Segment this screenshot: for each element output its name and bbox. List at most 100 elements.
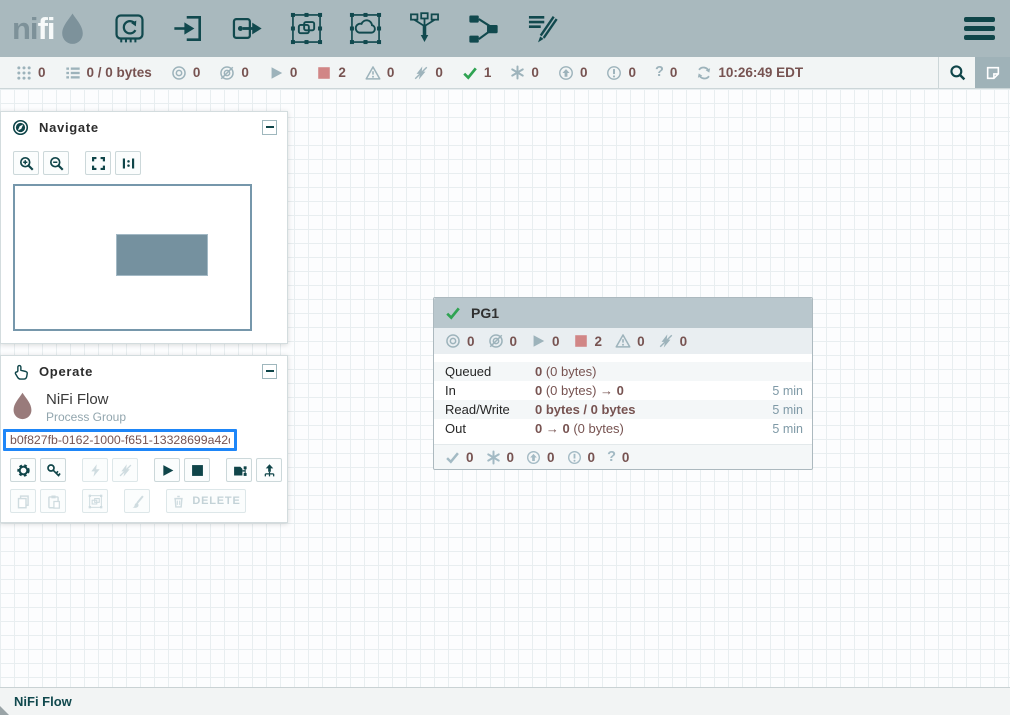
global-menu-button[interactable] bbox=[964, 17, 995, 40]
refresh-icon[interactable] bbox=[696, 65, 712, 81]
transmitting-icon bbox=[445, 333, 461, 349]
running-count: 0 bbox=[290, 65, 298, 80]
stat-not-transmitting: 0 bbox=[219, 65, 249, 81]
change-color-button[interactable] bbox=[124, 489, 150, 513]
stat-stopped: 2 bbox=[316, 65, 346, 81]
group-button[interactable] bbox=[82, 489, 108, 513]
locally-modified-icon bbox=[510, 65, 525, 80]
stop-button[interactable] bbox=[184, 458, 210, 482]
pg-transmitting-count: 0 bbox=[467, 334, 475, 349]
group-icon bbox=[88, 494, 103, 509]
delete-button[interactable]: DELETE bbox=[166, 489, 246, 513]
pg-row-read-write: Read/Write 0 bytes / 0 bytes 5 min bbox=[434, 400, 812, 419]
up-to-date-icon bbox=[445, 450, 460, 465]
navigate-collapse-button[interactable] bbox=[262, 120, 277, 135]
stop-icon bbox=[190, 463, 205, 478]
pg-metrics: Queued 0 (0 bytes) In 0 (0 bytes) → 0 5 … bbox=[434, 362, 812, 438]
bulletin-board-button[interactable] bbox=[975, 57, 1010, 88]
gear-icon bbox=[16, 463, 31, 478]
stale-icon bbox=[526, 450, 541, 465]
birdseye-component-rect[interactable] bbox=[116, 234, 208, 276]
pg-row-in: In 0 (0 bytes) → 0 5 min bbox=[434, 381, 812, 400]
birdseye-minimap[interactable] bbox=[13, 184, 252, 331]
locally-modified-and-stale-icon bbox=[606, 65, 622, 81]
locally-modified-and-stale-icon bbox=[567, 450, 582, 465]
disabled-icon bbox=[413, 65, 429, 81]
breadcrumb-root[interactable]: NiFi Flow bbox=[14, 694, 72, 709]
resize-grip[interactable] bbox=[0, 706, 9, 715]
disabled-icon bbox=[658, 333, 674, 349]
pg-name: PG1 bbox=[471, 305, 499, 321]
operate-buttons-row1 bbox=[10, 458, 287, 482]
output-port-icon[interactable] bbox=[231, 12, 264, 45]
pg-disabled-count: 0 bbox=[680, 334, 688, 349]
transmitting-count: 0 bbox=[193, 65, 201, 80]
lightning-slash-icon bbox=[118, 463, 133, 478]
operate-buttons-row2: DELETE bbox=[10, 489, 287, 513]
input-port-icon[interactable] bbox=[172, 12, 205, 45]
funnel-icon[interactable] bbox=[408, 12, 441, 45]
stopped-icon bbox=[316, 65, 332, 81]
pg-stat-running: 0 bbox=[530, 333, 560, 349]
pg-stats-row: 0 0 0 2 0 bbox=[434, 328, 812, 354]
operate-panel-header: Operate bbox=[1, 356, 287, 386]
zoom-actual-size-button[interactable] bbox=[115, 151, 141, 175]
lightning-icon bbox=[88, 463, 103, 478]
stat-running: 0 bbox=[268, 65, 298, 81]
operate-collapse-button[interactable] bbox=[262, 364, 277, 379]
hand-pointer-icon bbox=[12, 363, 29, 380]
access-policies-button[interactable] bbox=[40, 458, 66, 482]
configuration-button[interactable] bbox=[10, 458, 36, 482]
not-transmitting-icon bbox=[219, 65, 235, 81]
fit-icon bbox=[91, 156, 106, 171]
save-template-icon bbox=[232, 463, 247, 478]
compass-icon bbox=[12, 119, 29, 136]
template-icon[interactable] bbox=[467, 12, 500, 45]
upload-template-button[interactable] bbox=[256, 458, 282, 482]
locally-modified-count: 0 bbox=[531, 65, 539, 80]
pg-vc-count: 0 bbox=[466, 450, 474, 465]
statusbar-right-controls bbox=[938, 57, 1010, 88]
up-to-date-icon bbox=[462, 65, 478, 81]
pg-row-label: Read/Write bbox=[445, 402, 535, 417]
pg-vc-count: 0 bbox=[588, 450, 596, 465]
stat-queued: 0 / 0 bytes bbox=[65, 65, 152, 81]
pg-running-count: 0 bbox=[552, 334, 560, 349]
pg-invalid-count: 0 bbox=[637, 334, 645, 349]
save-template-button[interactable] bbox=[226, 458, 252, 482]
trash-icon bbox=[171, 494, 186, 509]
disable-button[interactable] bbox=[112, 458, 138, 482]
process-group-icon[interactable] bbox=[290, 12, 323, 45]
status-bar: 0 0 / 0 bytes 0 0 0 2 0 0 bbox=[0, 57, 1010, 89]
zoom-fit-button[interactable] bbox=[85, 151, 111, 175]
sync-failure-icon: ? bbox=[655, 65, 664, 80]
active-threads-count: 0 bbox=[38, 65, 46, 80]
process-group-pg1[interactable]: PG1 0 0 0 2 bbox=[433, 297, 813, 470]
note-icon bbox=[985, 65, 1001, 81]
enable-button[interactable] bbox=[82, 458, 108, 482]
start-button[interactable] bbox=[154, 458, 180, 482]
queued-icon bbox=[65, 65, 81, 81]
stopped-icon bbox=[573, 333, 589, 349]
zoom-in-button[interactable] bbox=[13, 151, 39, 175]
nifi-app: nifi 0 0 / 0 bytes 0 bbox=[0, 0, 1010, 715]
sync-failure-count: 0 bbox=[670, 65, 678, 80]
search-button[interactable] bbox=[938, 57, 975, 88]
transmitting-icon bbox=[171, 65, 187, 81]
processor-icon[interactable] bbox=[113, 12, 146, 45]
running-icon bbox=[268, 65, 284, 81]
paste-button[interactable] bbox=[40, 489, 66, 513]
selected-component-id-field[interactable] bbox=[3, 429, 237, 451]
zoom-in-icon bbox=[19, 156, 34, 171]
flow-canvas[interactable]: Navigate Operate NiF bbox=[0, 89, 1010, 687]
stopped-count: 2 bbox=[338, 65, 346, 80]
pg-version-footer: 0 0 0 0 ? 0 bbox=[434, 444, 812, 469]
navigate-toolbar bbox=[13, 151, 287, 175]
pg-not-transmitting-count: 0 bbox=[510, 334, 518, 349]
remote-process-group-icon[interactable] bbox=[349, 12, 382, 45]
pg-stat-invalid: 0 bbox=[615, 333, 645, 349]
locally-modified-and-stale-count: 0 bbox=[628, 65, 636, 80]
label-icon[interactable] bbox=[526, 12, 559, 45]
copy-button[interactable] bbox=[10, 489, 36, 513]
zoom-out-button[interactable] bbox=[43, 151, 69, 175]
